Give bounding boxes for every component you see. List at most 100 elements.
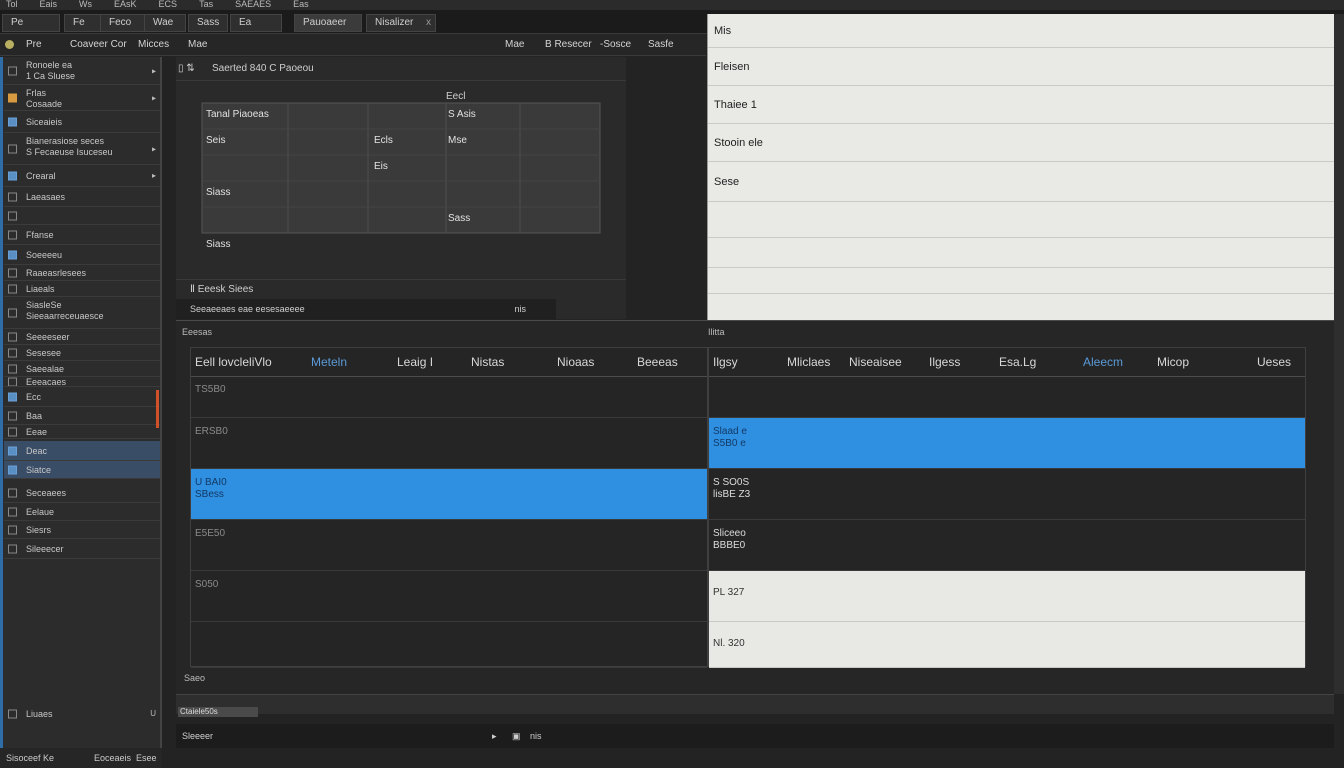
property-row-1[interactable]: Fleisen: [708, 48, 1335, 86]
left-grid-row[interactable]: [191, 622, 707, 668]
sidebar-item-20[interactable]: Siatce: [4, 461, 160, 479]
sidebar-bottom-toggle-icon[interactable]: U: [150, 705, 156, 723]
sidebar-item-2[interactable]: Siceaieis: [4, 111, 160, 133]
right-grid-header-0[interactable]: Mliclaes: [787, 348, 830, 376]
toolbar-item-convert[interactable]: Coaveer Cor: [70, 34, 127, 56]
right-grid-header-3[interactable]: Esa.Lg: [999, 348, 1036, 376]
right-grid-header-5[interactable]: Micop: [1157, 348, 1189, 376]
right-grid-row[interactable]: S SO0S lisBE Z3: [709, 469, 1305, 520]
left-grid-row[interactable]: U BAI0 SBess: [191, 469, 707, 520]
status-play-icon[interactable]: ▸: [492, 724, 497, 748]
menu-item-2[interactable]: Ws: [79, 0, 92, 10]
sidebar-item-23[interactable]: Siesrs: [4, 521, 160, 539]
right-grid-header-4[interactable]: Aleecm: [1083, 348, 1123, 376]
sidebar-item-caret-icon[interactable]: ▸: [152, 92, 156, 103]
right-grid-header-1[interactable]: Niseaisee: [849, 348, 902, 376]
left-grid-row[interactable]: TS5B0: [191, 376, 707, 418]
property-row-2[interactable]: Thaiee 1: [708, 86, 1335, 124]
tab-1[interactable]: Fe: [64, 14, 102, 32]
toolbar-item-mae[interactable]: Mae: [188, 34, 207, 56]
sidebar-item-11[interactable]: SiasleSe Sieeaarreceuaesce: [4, 297, 160, 329]
tab-6[interactable]: Pauoaeer: [294, 14, 362, 32]
footer-item-2[interactable]: Eoceaeis: [94, 748, 131, 768]
left-grid-row[interactable]: ERSB0: [191, 418, 707, 469]
footer-item-1[interactable]: Sisoceef Ke: [6, 753, 54, 763]
tab-5[interactable]: Ea: [230, 14, 282, 32]
tab-2[interactable]: Feco: [100, 14, 146, 32]
right-grid-row[interactable]: Sliceeo BBBE0: [709, 520, 1305, 571]
toolbar-item-right-mae[interactable]: Mae: [505, 34, 524, 56]
sidebar-item-9[interactable]: Raaeasrlesees: [4, 265, 160, 281]
property-row-4[interactable]: Sese: [708, 162, 1335, 202]
left-grid-header-extra[interactable]: Nioaas: [557, 348, 594, 376]
sidebar-bottom-item[interactable]: Liuaes U: [4, 705, 160, 723]
right-grid-row[interactable]: [709, 376, 1305, 418]
sidebar-item-13[interactable]: Sesesee: [4, 345, 160, 361]
sidebar-item-12[interactable]: Seeeeseer: [4, 329, 160, 345]
right-grid-header-6[interactable]: Ueses: [1257, 348, 1291, 376]
sidebar-item-caret-icon[interactable]: ▸: [152, 65, 156, 76]
sidebar-item-3[interactable]: Bianerasiose seces S Fecaeuse Isuceseu ▸: [4, 133, 160, 165]
sidebar-item-0[interactable]: Ronoele ea 1 Ca Sluese ▸: [4, 57, 160, 85]
sidebar-item-7[interactable]: Ffanse: [4, 225, 160, 245]
menu-item-6[interactable]: SAEAES: [235, 0, 271, 10]
right-grid-row[interactable]: Slaad e S5B0 e: [709, 418, 1305, 469]
toolbar-item-sasfe[interactable]: Sasfe: [648, 34, 674, 56]
right-grid-header-ilgsy[interactable]: Ilgsy: [713, 348, 738, 376]
tab-7[interactable]: Nisalizer x: [366, 14, 436, 32]
toolbar-item-micces[interactable]: Micces: [138, 34, 169, 56]
tab-4[interactable]: Sass: [188, 14, 228, 32]
menu-item-3[interactable]: EAsK: [114, 0, 137, 10]
property-row-6[interactable]: [708, 238, 1335, 268]
sidebar-item-21[interactable]: Seceaees: [4, 483, 160, 503]
menu-item-4[interactable]: ECS: [159, 0, 178, 10]
tab-label: Ea: [239, 17, 252, 28]
menu-item-5[interactable]: Tas: [199, 0, 213, 10]
sidebar-item-8[interactable]: Soeeeeu: [4, 245, 160, 265]
property-row-0[interactable]: Mis: [708, 14, 1335, 48]
sidebar-item-15[interactable]: Eeeacaes: [4, 377, 160, 387]
sidebar-item-18[interactable]: Eeae: [4, 425, 160, 439]
left-grid-header-beeeas[interactable]: Beeeas: [637, 348, 678, 376]
sidebar-item-6[interactable]: [4, 207, 160, 225]
sidebar-item-17[interactable]: Baa: [4, 407, 160, 425]
toolbar-item-resecer[interactable]: B Resecer: [545, 34, 592, 56]
property-row-5[interactable]: [708, 202, 1335, 238]
right-grid-row[interactable]: PL 327: [709, 571, 1305, 622]
status-doc-icon[interactable]: ▣: [512, 724, 521, 748]
tab-3[interactable]: Wae: [144, 14, 186, 32]
left-grid-row[interactable]: E5E50: [191, 520, 707, 571]
toolbar-item-pre[interactable]: Pre: [26, 34, 42, 56]
vertical-scrollbar[interactable]: [1334, 14, 1344, 694]
right-grid-row[interactable]: Nl. 320: [709, 622, 1305, 668]
left-grid-header-2[interactable]: Leaig I: [397, 348, 433, 376]
sidebar-item-4[interactable]: Crearal ▸: [4, 165, 160, 187]
sidebar-item-10[interactable]: Liaeals: [4, 281, 160, 297]
menu-item-0[interactable]: Tol: [6, 0, 18, 10]
sidebar-item-22[interactable]: Eelaue: [4, 503, 160, 521]
left-grid-row[interactable]: S050: [191, 571, 707, 622]
sidebar-item-caret-icon[interactable]: ▸: [152, 165, 156, 186]
tab-0[interactable]: Pe: [2, 14, 60, 32]
sidebar-item-icon: [8, 93, 17, 102]
tab-close-icon[interactable]: x: [426, 15, 431, 31]
left-grid-cell: TS5B0: [195, 384, 226, 395]
toolbar-item-sosce[interactable]: -Sosce: [600, 34, 631, 56]
sidebar-item-14[interactable]: Saeealae: [4, 361, 160, 377]
menu-item-7[interactable]: Eas: [293, 0, 309, 10]
sidebar-item-16[interactable]: Ecc: [4, 387, 160, 407]
status-chip[interactable]: Ctaiele50s: [178, 707, 258, 717]
right-grid-header-2[interactable]: Ilgess: [929, 348, 960, 376]
sidebar-item-5[interactable]: Laeasaes: [4, 187, 160, 207]
sidebar-item-caret-icon[interactable]: ▸: [152, 143, 156, 154]
footer-item-3[interactable]: Esee: [136, 748, 157, 768]
sidebar-item-19[interactable]: Deac: [4, 441, 160, 461]
sidebar-item-1[interactable]: Frlas Cosaade ▸: [4, 85, 160, 111]
menu-item-1[interactable]: Eais: [40, 0, 58, 10]
sidebar-item-24[interactable]: Sileeecer: [4, 539, 160, 559]
left-grid-header-3[interactable]: Nistas: [471, 348, 504, 376]
property-row-7[interactable]: [708, 268, 1335, 294]
left-grid-header-0[interactable]: Eell lovcleliVlo: [195, 348, 272, 376]
property-row-3[interactable]: Stooin ele: [708, 124, 1335, 162]
left-grid-header-1[interactable]: Meteln: [311, 348, 347, 376]
